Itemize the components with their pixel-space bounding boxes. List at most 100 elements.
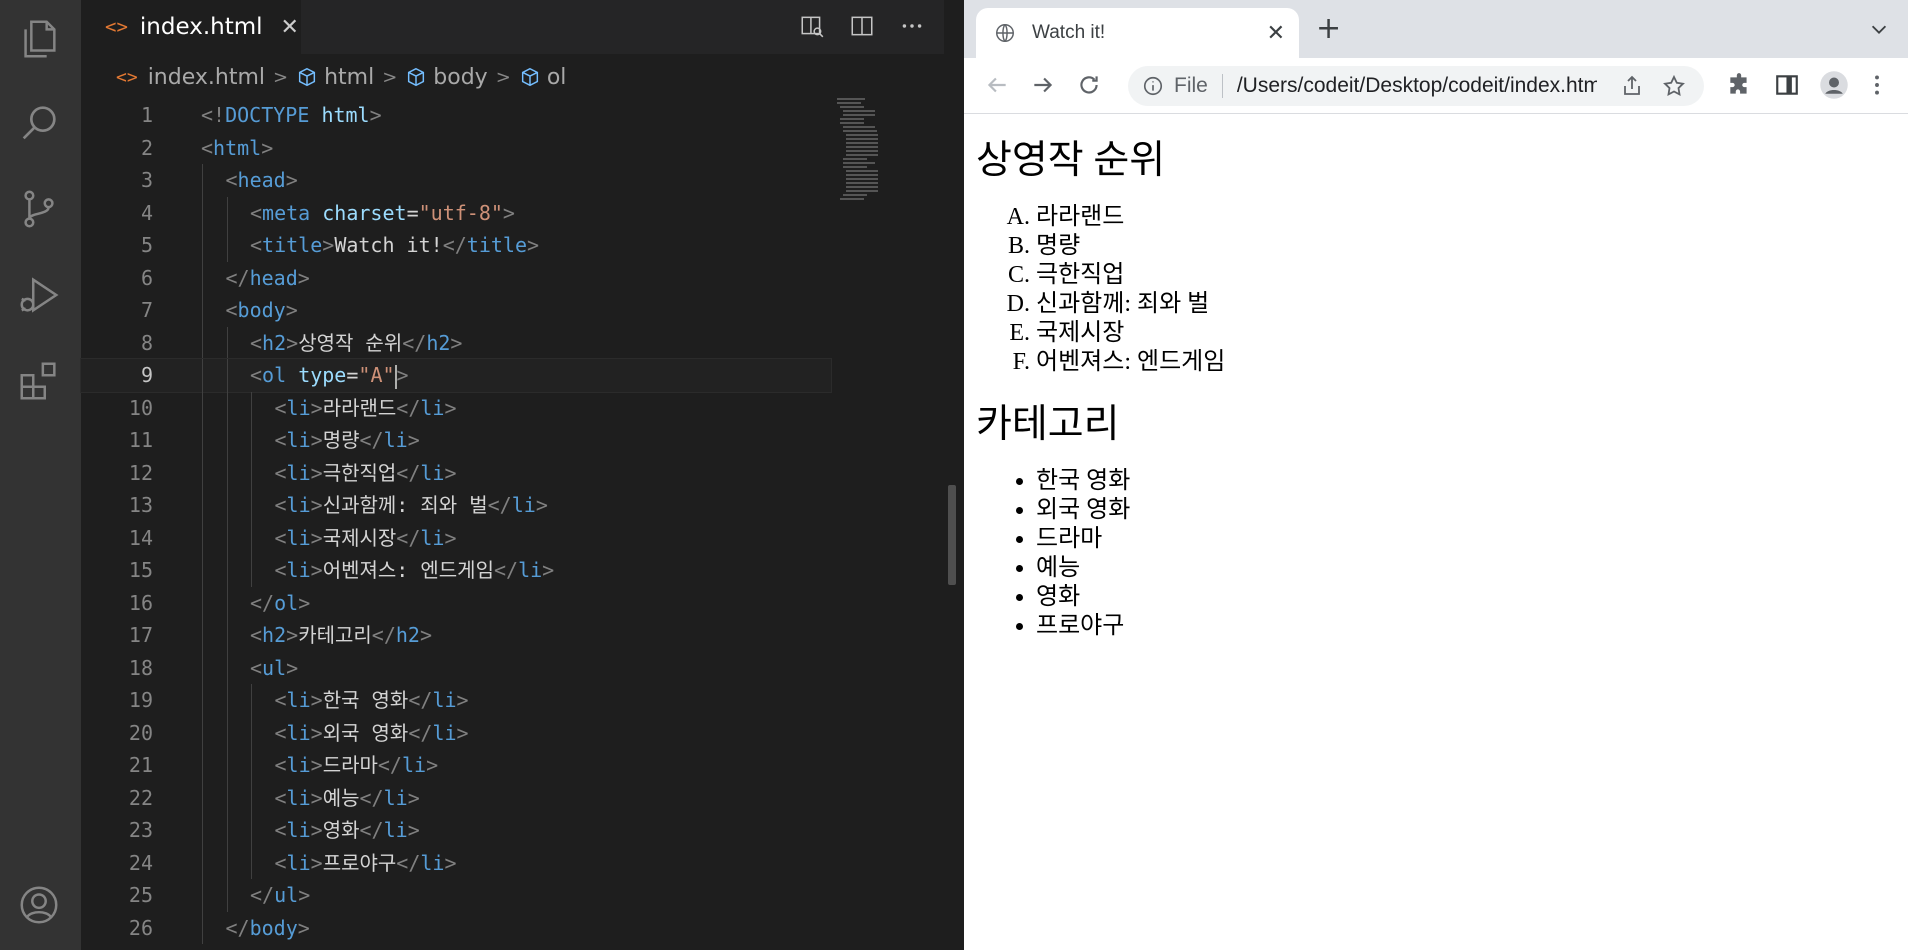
line-number: 7 bbox=[140, 298, 153, 322]
code-line[interactable]: 15 <li>어벤져스: 엔드게임</li> bbox=[81, 554, 831, 587]
minimap[interactable] bbox=[837, 98, 917, 200]
code-line[interactable]: 2 <html> bbox=[81, 132, 831, 165]
chevron-down-icon[interactable] bbox=[1868, 18, 1890, 40]
profile-button[interactable] bbox=[1819, 70, 1849, 100]
code-line[interactable]: 10 <li>라라랜드</li> bbox=[81, 391, 831, 424]
browser-tab[interactable]: Watch it! ✕ bbox=[976, 8, 1299, 58]
code-line[interactable]: 14 <li>국제시장</li> bbox=[81, 521, 831, 554]
extensions-button[interactable] bbox=[1724, 70, 1754, 100]
code-line[interactable]: 3 <head> bbox=[81, 164, 831, 197]
line-number: 21 bbox=[128, 753, 153, 777]
minimap-line bbox=[843, 162, 875, 164]
code-line[interactable]: 20 <li>외국 영화</li> bbox=[81, 716, 831, 750]
code-token: </ bbox=[396, 395, 421, 420]
code-token: </ bbox=[493, 558, 519, 582]
back-button[interactable] bbox=[982, 70, 1012, 100]
browser-window: Watch it! ✕ + File /Users/codeit/Desktop… bbox=[964, 0, 1908, 950]
forward-button[interactable] bbox=[1028, 70, 1058, 100]
code-token: > bbox=[322, 233, 335, 257]
code-token: li bbox=[286, 753, 311, 777]
tab-index-html[interactable]: <> index.html ✕ bbox=[81, 0, 301, 54]
code-token: 예능 bbox=[322, 785, 360, 810]
line-number: 15 bbox=[128, 558, 153, 582]
code-line[interactable]: 5 <title>Watch it!</title> bbox=[81, 229, 831, 262]
more-actions-icon[interactable] bbox=[898, 12, 926, 40]
explorer-icon[interactable] bbox=[14, 14, 64, 64]
minimap-line bbox=[846, 170, 878, 172]
line-number: 10 bbox=[128, 395, 153, 420]
breadcrumb-item-ol[interactable]: ol bbox=[547, 65, 567, 90]
editor-scrollbar[interactable] bbox=[948, 485, 956, 585]
code-token: = bbox=[406, 200, 419, 225]
code-token: > bbox=[407, 785, 420, 810]
code-editor[interactable]: <> index.html ✕ < > index.html > html > b… bbox=[80, 0, 1025, 950]
code-token: li bbox=[286, 818, 311, 842]
code-line[interactable]: 17 <h2>카테고리</h2> bbox=[81, 619, 831, 652]
code-line[interactable]: 23 <li>영화</li> bbox=[81, 814, 831, 847]
code-line[interactable]: 4 <meta charset="utf-8"> bbox=[81, 196, 831, 229]
minimap-line bbox=[843, 166, 867, 168]
run-debug-icon[interactable] bbox=[14, 270, 64, 320]
minimap-line bbox=[843, 114, 875, 116]
code-line[interactable]: 21 <li>드라마</li> bbox=[81, 749, 831, 782]
close-icon[interactable]: ✕ bbox=[1267, 20, 1285, 46]
split-editor-icon[interactable] bbox=[848, 12, 876, 40]
code-token: 한국 영화 bbox=[322, 688, 409, 712]
code-token: 드라마 bbox=[322, 753, 378, 777]
code-line[interactable]: 13 <li>신과함께: 죄와 벌</li> bbox=[81, 489, 831, 522]
search-icon[interactable] bbox=[14, 98, 64, 148]
code-token: > bbox=[396, 363, 409, 387]
code-line[interactable]: 9 <ol type="A" > bbox=[80, 358, 832, 393]
star-icon[interactable] bbox=[1662, 74, 1686, 98]
code-line[interactable]: 16 </ol> bbox=[81, 586, 831, 619]
url-text[interactable]: /Users/codeit/Desktop/codeit/index.html bbox=[1237, 74, 1597, 98]
code-token: 프로야구 bbox=[322, 850, 397, 875]
browser-tab-strip: Watch it! ✕ + bbox=[964, 0, 1908, 58]
code-line[interactable]: 19 <li>한국 영화</li> bbox=[81, 684, 831, 717]
code-line[interactable]: 6 </head> bbox=[81, 261, 831, 294]
code-token: < bbox=[250, 233, 263, 257]
code-line[interactable]: 7 <body> bbox=[81, 294, 831, 327]
close-icon[interactable]: ✕ bbox=[281, 15, 299, 40]
new-tab-button[interactable]: + bbox=[1316, 14, 1341, 44]
breadcrumb-item-body[interactable]: body bbox=[433, 65, 487, 90]
reload-button[interactable] bbox=[1074, 70, 1104, 100]
open-preview-icon[interactable] bbox=[798, 12, 826, 40]
share-icon[interactable] bbox=[1620, 74, 1644, 98]
menu-button[interactable] bbox=[1862, 70, 1892, 100]
source-control-icon[interactable] bbox=[14, 184, 64, 234]
code-token: li bbox=[511, 493, 536, 517]
indent-guide bbox=[251, 489, 252, 522]
code-line[interactable]: 26 </body> bbox=[81, 911, 831, 944]
code-line[interactable]: 11 <li>명량</li> bbox=[81, 424, 831, 457]
account-icon[interactable] bbox=[14, 880, 64, 930]
code-token: < bbox=[250, 623, 263, 647]
indent-guide bbox=[251, 781, 252, 814]
code-token: > bbox=[444, 460, 457, 485]
code-line[interactable]: 24 <li>프로야구</li> bbox=[81, 846, 831, 879]
breadcrumb-item-html[interactable]: html bbox=[324, 65, 374, 90]
globe-icon bbox=[996, 24, 1014, 42]
code-token: = bbox=[346, 363, 359, 387]
line-number: 6 bbox=[140, 265, 153, 290]
extensions-icon[interactable] bbox=[14, 356, 64, 406]
code-line[interactable]: 25 </ul> bbox=[81, 879, 831, 912]
address-bar[interactable]: File /Users/codeit/Desktop/codeit/index.… bbox=[1128, 66, 1704, 106]
breadcrumb-item-file[interactable]: index.html bbox=[148, 65, 265, 90]
code-line[interactable]: 18 <ul> bbox=[81, 651, 831, 684]
indent-guide bbox=[226, 196, 228, 229]
code-line[interactable]: 22 <li>예능</li> bbox=[81, 781, 831, 814]
code-token: 카테고리 bbox=[298, 623, 372, 647]
code-line[interactable]: 1 <!DOCTYPE html> bbox=[81, 99, 831, 132]
code-line[interactable]: 12 <li>극한직업</li> bbox=[81, 456, 831, 489]
code-line[interactable]: 8 <h2>상영작 순위</h2> bbox=[81, 326, 831, 359]
chevron-right-icon: > bbox=[382, 66, 398, 88]
code-text: <li>한국 영화</li> bbox=[275, 684, 469, 717]
code-token: 어벤져스: 엔드게임 bbox=[322, 558, 494, 582]
code-area[interactable]: 1 <!DOCTYPE html> 2 <html> 3 <head> 4 <meta cha… bbox=[80, 99, 832, 944]
side-panel-button[interactable] bbox=[1772, 70, 1802, 100]
indent-guide bbox=[202, 781, 203, 814]
ranking-item: 어벤져스: 엔드게임 bbox=[1036, 348, 1896, 377]
info-icon[interactable] bbox=[1142, 75, 1164, 97]
code-text: <li>외국 영화</li> bbox=[275, 717, 469, 750]
